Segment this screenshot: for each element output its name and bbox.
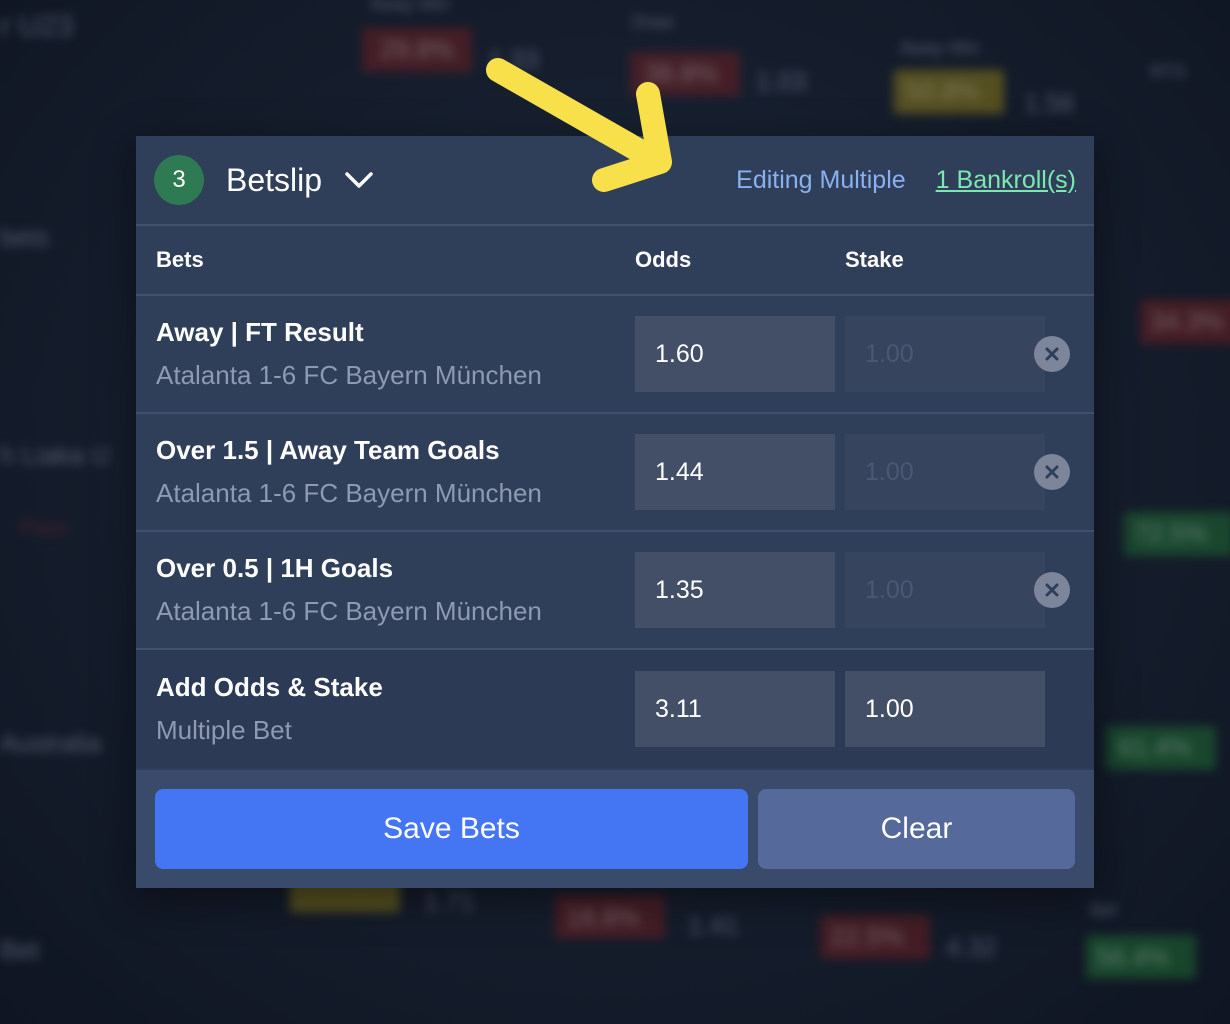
bg-text: Australia: [0, 728, 102, 758]
bet-match: Atalanta 1-6 FC Bayern München: [156, 596, 542, 626]
chevron-down-icon[interactable]: [342, 163, 376, 197]
annotation-arrow-icon: [486, 58, 672, 192]
bg-text: Bet: [1090, 900, 1118, 920]
bg-value: 1.71: [424, 886, 475, 916]
column-headers: Bets Odds Stake: [136, 226, 1094, 296]
bg-chip: [362, 28, 472, 72]
bet-row: Away | FT Result Atalanta 1-6 FC Bayern …: [136, 296, 1094, 414]
stake-input[interactable]: 1.00: [845, 434, 1045, 510]
multiple-bet-row: Add Odds & Stake Multiple Bet 3.11 1.00: [136, 650, 1094, 768]
bg-text: Away Win: [370, 0, 450, 14]
bg-value: 22.5%: [830, 921, 904, 951]
remove-bet-close-icon[interactable]: [1034, 454, 1070, 490]
bet-row: Over 1.5 | Away Team Goals Atalanta 1-6 …: [136, 414, 1094, 532]
bg-text: RTS: [1150, 62, 1186, 82]
bg-value: 50.8%: [906, 76, 980, 106]
bg-chip: [555, 895, 665, 939]
bg-chip: [1106, 726, 1216, 770]
bg-text: r U23: [0, 10, 74, 43]
bg-text: bets: [0, 222, 50, 252]
remove-bet-close-icon[interactable]: [1034, 572, 1070, 608]
betslip-panel: 3 Betslip Editing Multiple 1 Bankroll(s)…: [136, 136, 1094, 888]
bg-value: 56.4%: [1096, 942, 1170, 972]
odds-input[interactable]: 1.35: [635, 552, 835, 628]
editing-multiple-label: Editing Multiple: [736, 165, 906, 194]
column-stake: Stake: [845, 247, 904, 272]
bg-text: Pass: [20, 515, 69, 540]
bg-chip: [1086, 935, 1196, 979]
total-stake-input[interactable]: 1.00: [845, 671, 1045, 747]
clear-button[interactable]: Clear: [758, 789, 1075, 869]
bg-chip: [1140, 300, 1230, 344]
total-label: Add Odds & Stake: [156, 672, 383, 702]
bet-match: Atalanta 1-6 FC Bayern München: [156, 360, 542, 390]
column-odds: Odds: [635, 247, 692, 272]
bg-chip: [820, 915, 930, 959]
bet-market: Away | FT Result: [156, 317, 364, 347]
column-bets: Bets: [156, 247, 204, 272]
bet-match: Atalanta 1-6 FC Bayern München: [156, 478, 542, 508]
bg-value: 29.8%: [380, 34, 454, 64]
save-bets-button[interactable]: Save Bets: [155, 789, 748, 869]
total-sublabel: Multiple Bet: [156, 715, 292, 745]
odds-input[interactable]: 1.44: [635, 434, 835, 510]
bet-market: Over 1.5 | Away Team Goals: [156, 435, 500, 465]
bankroll-link[interactable]: 1 Bankroll(s): [936, 166, 1076, 195]
bg-value: 34.3%: [1150, 306, 1224, 336]
total-odds-input[interactable]: 3.11: [635, 671, 835, 747]
bet-count-badge: 3: [154, 155, 204, 205]
bg-text: h Liaka U: [0, 440, 110, 470]
bet-row: Over 0.5 | 1H Goals Atalanta 1-6 FC Baye…: [136, 532, 1094, 650]
bg-value: 18.8%: [566, 902, 640, 932]
bg-text: Draw: [632, 12, 675, 32]
bg-chip: [894, 70, 1004, 114]
remove-bet-close-icon[interactable]: [1034, 336, 1070, 372]
bet-market: Over 0.5 | 1H Goals: [156, 553, 394, 583]
bg-value: 1.56: [1024, 88, 1075, 118]
stake-input[interactable]: 1.00: [845, 552, 1045, 628]
bg-value: 61.4%: [1118, 732, 1192, 762]
betslip-title: Betslip: [226, 161, 323, 198]
bg-value: 72.5%: [1134, 518, 1208, 548]
odds-input[interactable]: 1.60: [635, 316, 835, 392]
bg-value: 4.32: [946, 932, 997, 962]
bg-value: 1.41: [688, 910, 739, 940]
bg-text: Bet: [0, 935, 40, 965]
bg-chip: [1124, 512, 1230, 556]
betslip-footer: Save Bets Clear: [136, 770, 1094, 888]
bg-value: 1.03: [756, 66, 807, 96]
bg-text: Away Win: [900, 38, 980, 58]
stake-input[interactable]: 1.00: [845, 316, 1045, 392]
